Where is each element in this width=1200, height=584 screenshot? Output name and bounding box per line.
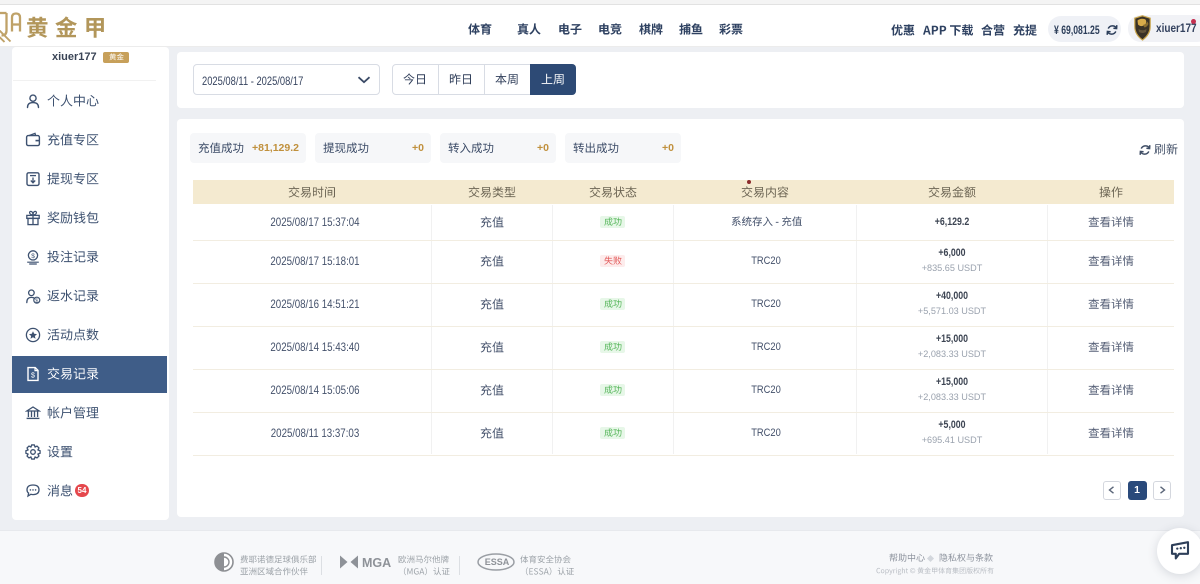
svg-text:$: $ <box>31 253 35 260</box>
svg-text:$: $ <box>35 298 38 304</box>
svg-text:$: $ <box>31 373 35 380</box>
svg-text:ESSA: ESSA <box>485 557 510 567</box>
